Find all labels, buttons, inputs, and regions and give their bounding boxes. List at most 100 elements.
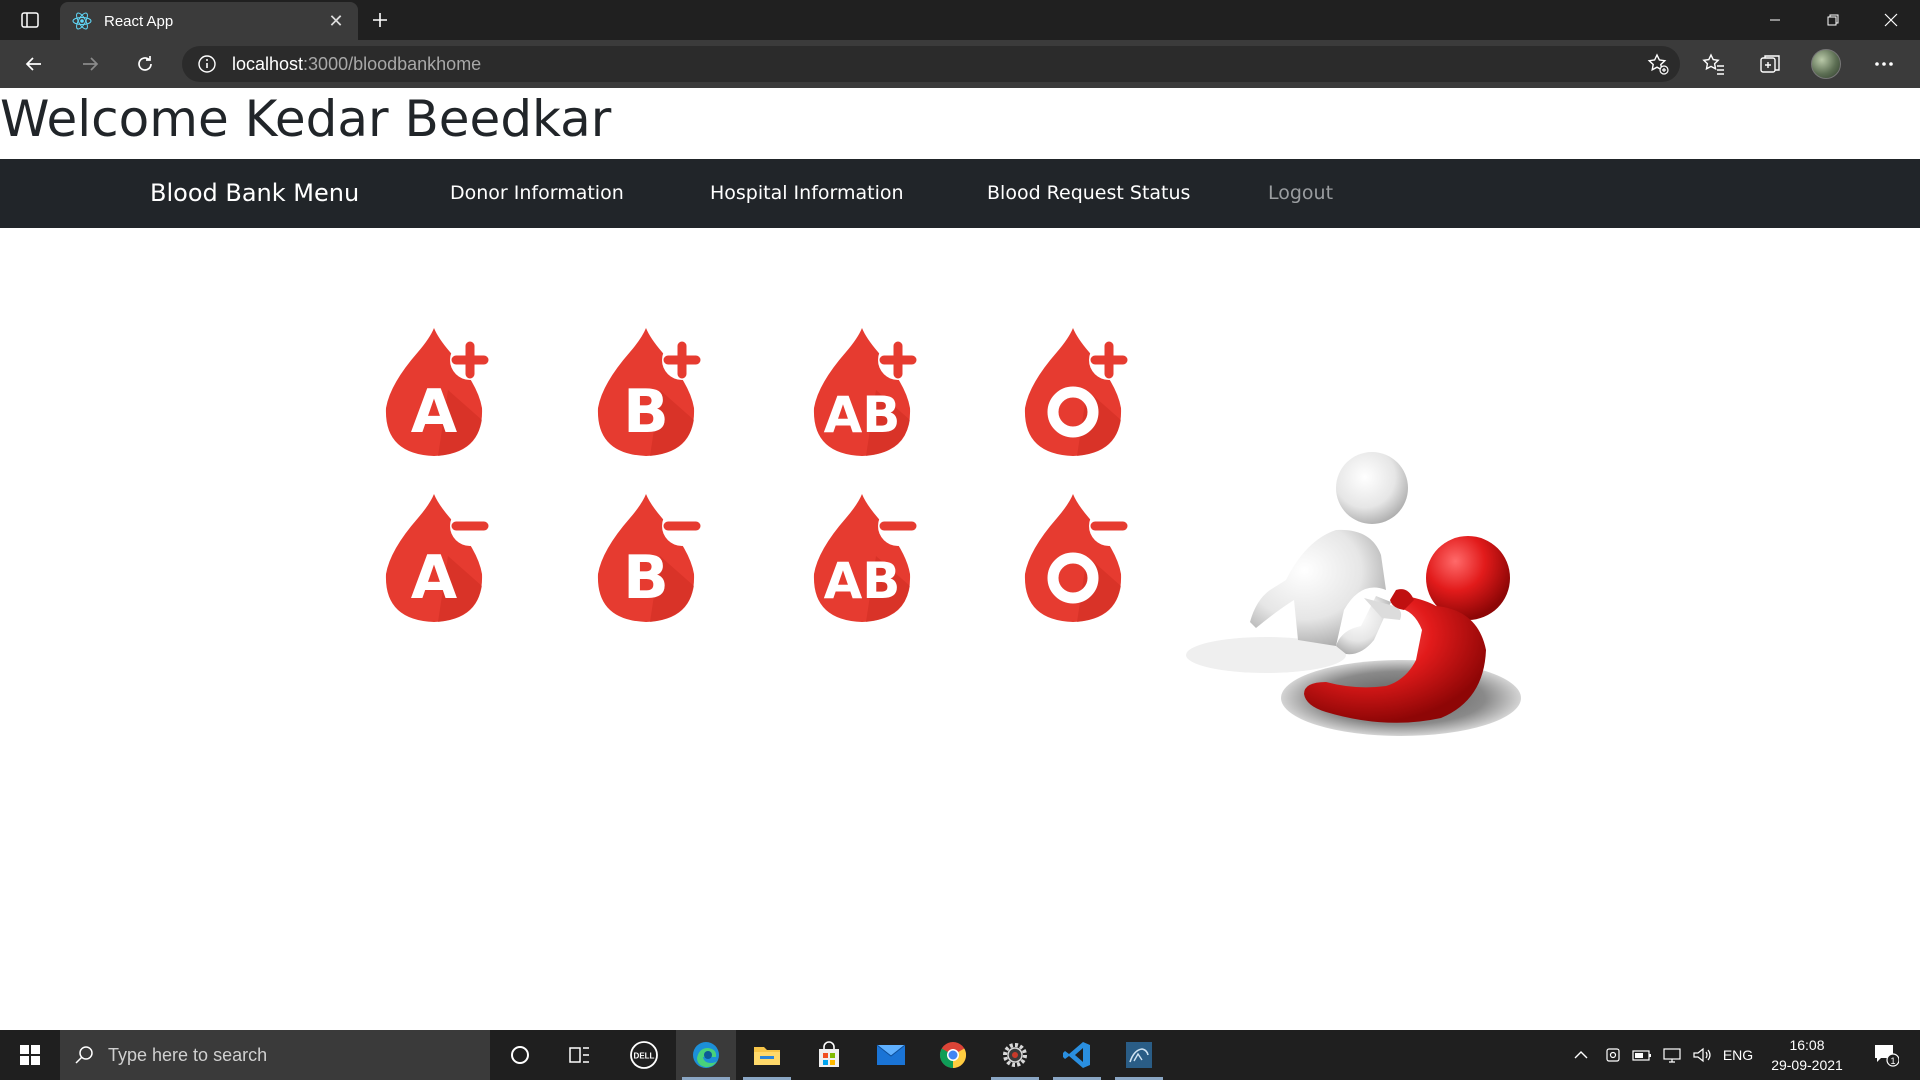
clock[interactable]: 16:08 29-09-2021	[1762, 1035, 1852, 1075]
task-view-button[interactable]	[550, 1030, 610, 1080]
battery-button[interactable]	[1628, 1030, 1656, 1080]
blood-drop-icon: A	[385, 328, 490, 456]
restore-button[interactable]	[1804, 0, 1862, 40]
edge-app-button[interactable]	[676, 1030, 736, 1080]
restore-icon	[1827, 14, 1839, 26]
nav-link-donor-information[interactable]: Donor Information	[450, 159, 624, 228]
mysql-workbench-button[interactable]	[1109, 1030, 1169, 1080]
windows-logo-icon	[20, 1045, 40, 1065]
blood-group-ab-negative: AB	[806, 486, 924, 626]
clock-date: 29-09-2021	[1771, 1057, 1843, 1073]
new-tab-button[interactable]	[364, 6, 396, 34]
blood-drop-icon: A	[385, 494, 490, 622]
favorites-icon	[1702, 53, 1724, 75]
blood-group-label: AB	[824, 552, 901, 610]
more-dots-icon	[1875, 62, 1893, 66]
language-indicator[interactable]: ENG	[1718, 1030, 1758, 1080]
clock-time: 16:08	[1789, 1037, 1825, 1053]
page-content: Welcome Kedar Beedkar Blood Bank Menu Do…	[0, 88, 1920, 1030]
blood-group-label: AB	[824, 386, 901, 444]
tab-actions-button[interactable]	[0, 0, 60, 40]
store-icon	[819, 1041, 839, 1067]
minimize-button[interactable]	[1746, 0, 1804, 40]
battery-icon	[1632, 1050, 1651, 1061]
site-info-icon[interactable]	[196, 53, 218, 75]
react-icon	[72, 11, 92, 31]
tab-actions-icon	[21, 12, 39, 28]
navbar-brand[interactable]: Blood Bank Menu	[150, 159, 359, 228]
network-icon	[1663, 1048, 1681, 1063]
blood-group-label: A	[411, 377, 458, 447]
vscode-button[interactable]	[1047, 1030, 1107, 1080]
forward-arrow-icon	[83, 57, 99, 71]
show-hidden-icons-button[interactable]	[1568, 1030, 1594, 1080]
page-title: Welcome Kedar Beedkar	[0, 90, 612, 148]
url-path: :3000/bloodbankhome	[303, 53, 482, 74]
avatar	[1811, 49, 1841, 79]
language-label: ENG	[1722, 1047, 1754, 1063]
chrome-icon	[939, 1042, 967, 1069]
navbar: Blood Bank Menu Donor Information Hospit…	[0, 159, 1920, 228]
blood-group-o-positive	[1017, 320, 1135, 460]
refresh-button[interactable]	[125, 44, 165, 84]
blood-group-label: A	[411, 543, 458, 613]
back-arrow-icon	[25, 57, 41, 71]
mail-button[interactable]	[861, 1030, 921, 1080]
taskbar-search-box[interactable]: Type here to search	[60, 1030, 490, 1080]
volume-button[interactable]	[1688, 1030, 1716, 1080]
blood-drop-icon: B	[597, 494, 702, 622]
start-button[interactable]	[0, 1030, 60, 1080]
meet-now-button[interactable]	[1600, 1030, 1626, 1080]
profile-button[interactable]	[1808, 46, 1844, 82]
close-window-button[interactable]	[1862, 0, 1920, 40]
settings-more-button[interactable]	[1866, 46, 1902, 82]
minimize-icon	[1770, 19, 1780, 21]
nav-link-hospital-information[interactable]: Hospital Information	[710, 159, 904, 228]
browser-tab-bar: React App ✕	[0, 0, 1920, 40]
blood-group-a-positive: A	[378, 320, 496, 460]
file-explorer-icon	[754, 1047, 780, 1065]
cortana-icon	[511, 1046, 529, 1064]
settings-gear-icon	[1003, 1043, 1027, 1067]
blood-group-label: B	[623, 543, 669, 613]
svg-text:DELL: DELL	[634, 1052, 655, 1061]
collections-icon	[1760, 55, 1780, 73]
notifications-button[interactable]: 1	[1866, 1030, 1906, 1080]
blood-drop-icon	[1024, 494, 1129, 622]
address-bar[interactable]: localhost:3000/bloodbankhome	[182, 46, 1680, 82]
search-placeholder: Type here to search	[108, 1044, 268, 1065]
vscode-icon	[1063, 1042, 1090, 1068]
notification-icon: 1	[1875, 1045, 1899, 1067]
speaker-icon	[1693, 1047, 1711, 1063]
chrome-button[interactable]	[923, 1030, 983, 1080]
collections-button[interactable]	[1752, 46, 1788, 82]
favorites-button[interactable]	[1696, 46, 1732, 82]
refresh-icon	[138, 56, 152, 71]
webcam-icon	[1606, 1048, 1620, 1062]
browser-toolbar: localhost:3000/bloodbankhome	[0, 40, 1920, 88]
file-explorer-button[interactable]	[737, 1030, 797, 1080]
dell-icon: DELL	[630, 1041, 658, 1069]
settings-app-button[interactable]	[985, 1030, 1045, 1080]
plus-icon	[373, 13, 387, 27]
cortana-button[interactable]	[490, 1030, 550, 1080]
blood-group-ab-positive: AB	[806, 320, 924, 460]
blood-drop-icon	[1024, 328, 1129, 456]
blood-drop-icon: AB	[813, 494, 918, 622]
store-button[interactable]	[799, 1030, 859, 1080]
close-tab-icon[interactable]: ✕	[326, 11, 346, 32]
nav-link-blood-request-status[interactable]: Blood Request Status	[987, 159, 1190, 228]
forward-button[interactable]	[70, 44, 110, 84]
dell-app-button[interactable]: DELL	[614, 1030, 674, 1080]
search-icon	[75, 1046, 93, 1064]
blood-group-b-negative: B	[590, 486, 708, 626]
tab-title: React App	[104, 12, 174, 30]
network-button[interactable]	[1658, 1030, 1686, 1080]
url-host: localhost	[232, 53, 304, 74]
add-favorite-icon[interactable]	[1646, 52, 1670, 76]
back-button[interactable]	[14, 44, 54, 84]
helping-hand-illustration	[1186, 452, 1521, 736]
nav-link-logout[interactable]: Logout	[1268, 159, 1333, 228]
browser-tab[interactable]: React App ✕	[60, 2, 358, 40]
blood-drop-icon: AB	[813, 328, 918, 456]
